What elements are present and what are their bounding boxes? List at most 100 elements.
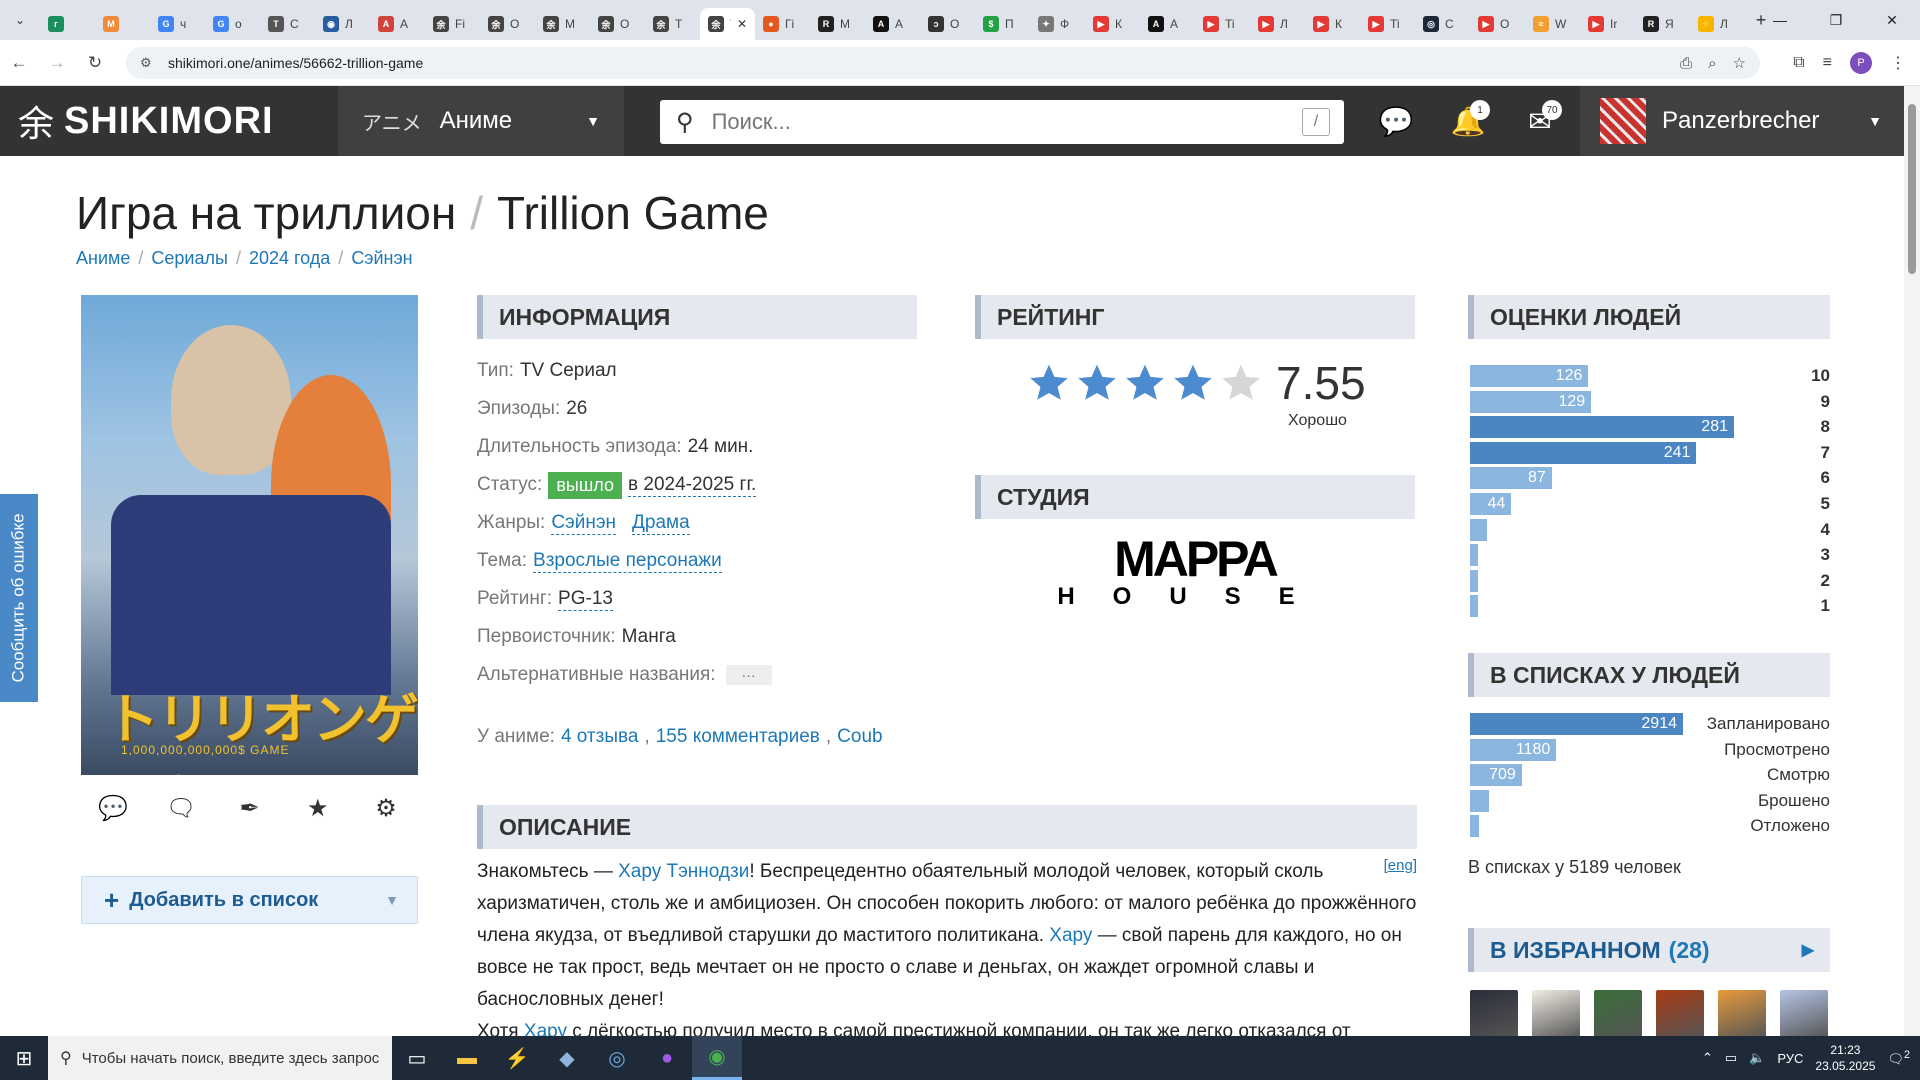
- scrollbar-thumb[interactable]: [1908, 104, 1916, 274]
- favorite-star-icon[interactable]: ★: [298, 794, 338, 823]
- genre-link[interactable]: Сэйнэн: [551, 512, 617, 535]
- tab[interactable]: Gо: [205, 8, 260, 40]
- tab[interactable]: ▶ К: [1085, 8, 1140, 40]
- tab[interactable]: 余М: [535, 8, 590, 40]
- app-red-icon[interactable]: ⚡: [492, 1036, 542, 1080]
- tab[interactable]: $ П: [975, 8, 1030, 40]
- anime-poster[interactable]: トリリオンゲーム 1,000,000,000,000$ GAME: [81, 295, 418, 775]
- chrome-icon[interactable]: ◉: [692, 1036, 742, 1080]
- comments-icon[interactable]: 💬: [93, 794, 133, 823]
- start-button[interactable]: ⊞: [0, 1036, 48, 1080]
- tab[interactable]: ● Гi: [755, 8, 810, 40]
- restore-button[interactable]: ❐: [1808, 0, 1864, 40]
- alt-names-toggle[interactable]: ···: [725, 665, 772, 685]
- favorite-user-avatar[interactable]: [1780, 990, 1828, 1036]
- back-button[interactable]: ←: [0, 40, 38, 86]
- tab[interactable]: AA: [370, 8, 425, 40]
- coub-link[interactable]: Coub: [837, 726, 882, 748]
- site-info-icon[interactable]: ⚙: [140, 55, 158, 71]
- tab[interactable]: ▶ Л: [1250, 8, 1305, 40]
- tab[interactable]: 余О: [480, 8, 535, 40]
- breadcrumb-genre[interactable]: Сэйнэн: [351, 248, 412, 269]
- section-selector[interactable]: アニメ Аниме ▼: [338, 86, 624, 156]
- notification-center-icon[interactable]: 🗨2: [1887, 1049, 1910, 1067]
- tab[interactable]: ◎ С: [1415, 8, 1470, 40]
- browser-menu-icon[interactable]: ⋮: [1890, 53, 1906, 73]
- profile-avatar[interactable]: P: [1850, 52, 1872, 74]
- tab[interactable]: AА: [1140, 8, 1195, 40]
- tab[interactable]: ▶ Ti: [1360, 8, 1415, 40]
- close-window-button[interactable]: ✕: [1864, 0, 1920, 40]
- language-indicator[interactable]: РУС: [1777, 1051, 1803, 1066]
- tab[interactable]: Gч: [150, 8, 205, 40]
- favorite-user-avatar[interactable]: [1532, 990, 1580, 1036]
- tab[interactable]: ▶ Ti: [1195, 8, 1250, 40]
- tab[interactable]: TС: [260, 8, 315, 40]
- clock[interactable]: 21:23 23.05.2025: [1815, 1042, 1875, 1074]
- minimize-button[interactable]: —: [1752, 0, 1808, 40]
- zoom-icon[interactable]: ⌕: [1708, 55, 1716, 72]
- theme-link[interactable]: Взрослые персонажи: [533, 550, 722, 573]
- tab[interactable]: RЯ: [1635, 8, 1690, 40]
- url-text[interactable]: shikimori.one/animes/56662-trillion-game: [168, 55, 423, 71]
- steam-icon[interactable]: ◎: [592, 1036, 642, 1080]
- character-link[interactable]: Хару: [1049, 925, 1092, 946]
- notifications-icon[interactable]: 🔔 1: [1432, 86, 1504, 156]
- tab[interactable]: ▶ О: [1470, 8, 1525, 40]
- taskbar-search[interactable]: ⚲ Чтобы начать поиск, введите здесь запр…: [48, 1036, 392, 1080]
- task-view-icon[interactable]: ▭: [392, 1036, 442, 1080]
- messages-icon[interactable]: ✉ 70: [1504, 86, 1576, 156]
- review-quill-icon[interactable]: ✒: [230, 794, 270, 823]
- favorite-user-avatar[interactable]: [1470, 990, 1518, 1036]
- tab[interactable]: ✦ Ф: [1030, 8, 1085, 40]
- tab-active[interactable]: 余 Tr ✕: [700, 8, 755, 40]
- tab[interactable]: 余О: [590, 8, 645, 40]
- tab[interactable]: ⚡ Л: [1690, 8, 1745, 40]
- address-bar[interactable]: ⚙ shikimori.one/animes/56662-trillion-ga…: [126, 47, 1760, 79]
- close-tab-icon[interactable]: ✕: [737, 17, 747, 31]
- tab[interactable]: 余 Fi: [425, 8, 480, 40]
- character-link[interactable]: Хару Тэннодзи: [618, 861, 749, 882]
- tab[interactable]: 余Т: [645, 8, 700, 40]
- user-menu[interactable]: Panzerbrecher ▼: [1580, 86, 1904, 156]
- tab[interactable]: ɔО: [920, 8, 975, 40]
- tab[interactable]: г: [40, 8, 95, 40]
- forward-button[interactable]: →: [38, 40, 76, 86]
- file-explorer-icon[interactable]: ▬: [442, 1036, 492, 1080]
- tab[interactable]: ▶ Ir: [1580, 8, 1635, 40]
- favorite-user-avatar[interactable]: [1656, 990, 1704, 1036]
- eng-toggle[interactable]: [eng]: [1384, 850, 1417, 882]
- install-app-icon[interactable]: ⎙: [1680, 55, 1692, 72]
- studio-logo[interactable]: MAPPA HOUSE: [1045, 536, 1345, 606]
- reload-button[interactable]: ↻: [76, 40, 114, 86]
- app-game-icon[interactable]: ◆: [542, 1036, 592, 1080]
- tab[interactable]: AА: [865, 8, 920, 40]
- reviews-link[interactable]: 4 отзыва: [561, 726, 639, 748]
- volume-icon[interactable]: 🔈: [1749, 1050, 1765, 1066]
- favorite-user-avatar[interactable]: [1594, 990, 1642, 1036]
- breadcrumb-series[interactable]: Сериалы: [151, 248, 228, 269]
- discussion-icon[interactable]: 🗨: [161, 794, 201, 823]
- tab[interactable]: RМ: [810, 8, 865, 40]
- breadcrumb-anime[interactable]: Аниме: [76, 248, 130, 269]
- genre-link[interactable]: Драма: [632, 512, 690, 535]
- breadcrumb-year[interactable]: 2024 года: [249, 248, 330, 269]
- search-input[interactable]: [711, 109, 1272, 135]
- forum-icon[interactable]: 💬: [1360, 86, 1432, 156]
- favorites-header[interactable]: В ИЗБРАННОМ (28) ▶: [1468, 928, 1830, 972]
- add-to-list-button[interactable]: + Добавить в список ▼: [81, 876, 418, 924]
- caret-down-icon[interactable]: ▼: [385, 892, 399, 908]
- extensions-icon[interactable]: ⧉: [1793, 54, 1804, 72]
- favorite-user-avatar[interactable]: [1718, 990, 1766, 1036]
- tab[interactable]: M: [95, 8, 150, 40]
- app-purple-icon[interactable]: ●: [642, 1036, 692, 1080]
- tab[interactable]: ◉ Л: [315, 8, 370, 40]
- bookmark-star-icon[interactable]: ☆: [1733, 54, 1746, 72]
- comments-link[interactable]: 155 комментариев: [656, 726, 820, 748]
- tray-expand-icon[interactable]: ⌃: [1702, 1050, 1713, 1066]
- tab[interactable]: ▶ К: [1305, 8, 1360, 40]
- tab[interactable]: ≈ W: [1525, 8, 1580, 40]
- tab-search-dropdown[interactable]: ⌄: [0, 0, 40, 40]
- character-link[interactable]: Хару: [524, 1021, 567, 1036]
- site-logo[interactable]: 余 SHIKIMORI: [0, 86, 338, 156]
